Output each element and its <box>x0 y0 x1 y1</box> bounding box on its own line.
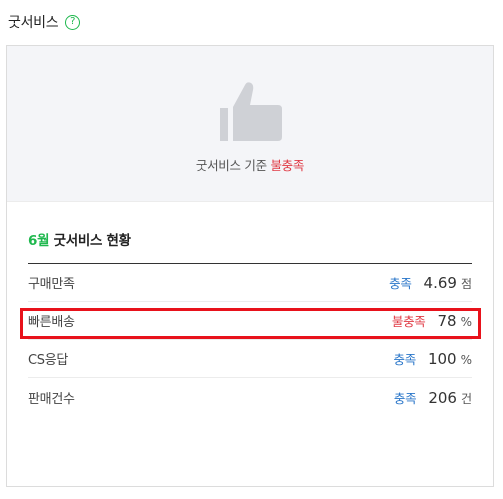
metric-value: 4.69 <box>423 274 457 292</box>
page-title: 굿서비스 <box>8 15 59 31</box>
question-circle-icon[interactable]: ? <box>65 14 81 30</box>
metric-row-purchase-satisfaction: 구매만족 충족 4.69 점 <box>28 264 472 302</box>
metric-label: 구매만족 <box>28 277 75 292</box>
metric-label: 판매건수 <box>28 391 75 407</box>
metric-status: 충족 <box>389 276 412 291</box>
metric-row-fast-delivery: 빠른배송 불충족 78 % <box>28 302 472 340</box>
metrics-list: 구매만족 충족 4.69 점 빠른배송 불충족 78 % CS응답 충족 100… <box>28 264 472 416</box>
page-header: 굿서비스 ? <box>8 12 81 32</box>
status-badge: 불충족 <box>270 158 305 173</box>
metric-status: 충족 <box>393 352 417 367</box>
metric-unit: 점 <box>460 277 472 291</box>
good-service-summary: 굿서비스 기준 불충족 <box>7 46 493 202</box>
metric-label: CS응답 <box>28 353 69 368</box>
good-service-status-text: 굿서비스 기준 불충족 <box>7 155 493 174</box>
metric-value: 100 <box>427 350 457 368</box>
metric-status: 충족 <box>393 390 417 406</box>
metric-unit: 건 <box>460 391 472 406</box>
metric-unit: % <box>460 353 472 367</box>
status-prefix: 굿서비스 기준 <box>195 158 271 173</box>
metric-value: 206 <box>428 388 457 407</box>
monthly-status-section: 6월 굿서비스 현황 구매만족 충족 4.69 점 빠른배송 불충족 78 % <box>7 229 493 416</box>
metric-value: 78 <box>437 312 457 330</box>
metric-unit: % <box>460 315 472 329</box>
section-title: 6월 굿서비스 현황 <box>28 229 472 249</box>
metric-row-cs-response: CS응답 충족 100 % <box>28 340 472 378</box>
section-title-text: 굿서비스 현황 <box>49 233 131 249</box>
month-label: 6월 <box>28 233 50 249</box>
thumbs-up-icon <box>220 82 282 141</box>
good-service-card: 굿서비스 기준 불충족 6월 굿서비스 현황 구매만족 충족 4.69 점 빠른… <box>6 45 494 487</box>
metric-row-sales-count: 판매건수 충족 206 건 <box>28 378 472 416</box>
metric-status: 불충족 <box>391 314 426 329</box>
metric-label: 빠른배송 <box>28 315 75 330</box>
